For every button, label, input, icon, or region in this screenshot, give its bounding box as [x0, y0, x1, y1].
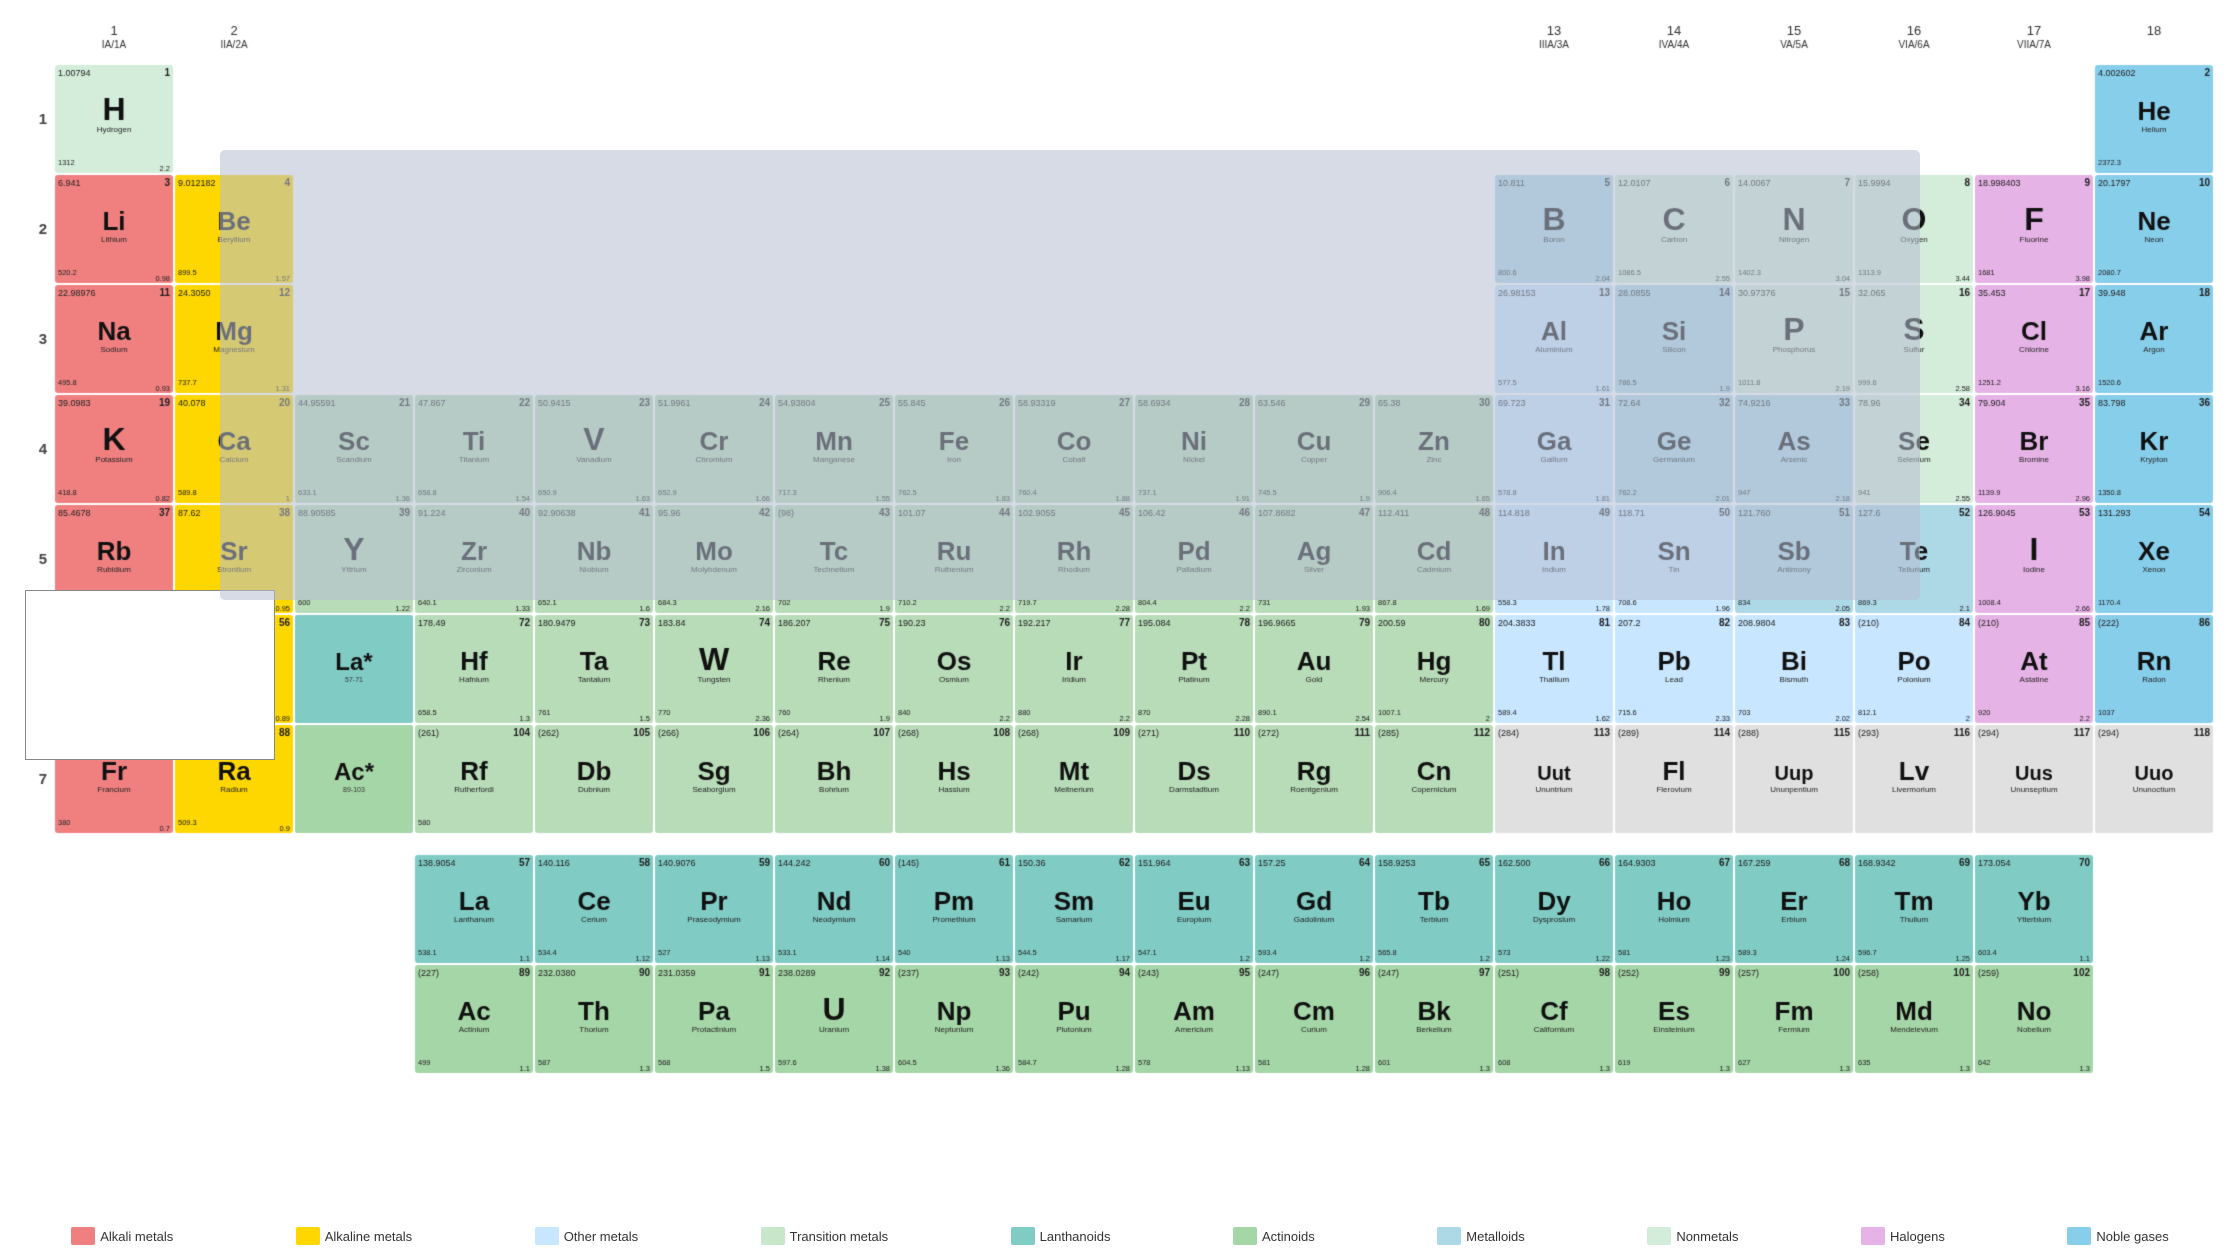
legend-item: Lanthanoids — [1011, 1227, 1111, 1245]
legend-color-swatch — [2067, 1227, 2091, 1245]
legend-item-label: Alkaline metals — [325, 1229, 412, 1244]
legend-color-swatch — [71, 1227, 95, 1245]
legend-item-label: Other metals — [564, 1229, 638, 1244]
legend-item: Other metals — [535, 1227, 638, 1245]
legend-color-swatch — [1861, 1227, 1885, 1245]
legend-item-label: Alkali metals — [100, 1229, 173, 1244]
legend: Alkali metals Alkaline metals Other meta… — [10, 1227, 2230, 1245]
legend-color-swatch — [296, 1227, 320, 1245]
legend-color-swatch — [1437, 1227, 1461, 1245]
legend-item: Alkaline metals — [296, 1227, 412, 1245]
legend-item-label: Halogens — [1890, 1229, 1945, 1244]
legend-item-label: Transition metals — [790, 1229, 889, 1244]
legend-item: Noble gases — [2067, 1227, 2168, 1245]
legend-color-swatch — [761, 1227, 785, 1245]
legend-item-label: Actinoids — [1262, 1229, 1315, 1244]
legend-item: Alkali metals — [71, 1227, 173, 1245]
legend-color-swatch — [1233, 1227, 1257, 1245]
legend-item: Transition metals — [761, 1227, 889, 1245]
legend-item-label: Lanthanoids — [1040, 1229, 1111, 1244]
element-info-box — [25, 590, 275, 760]
legend-color-swatch — [535, 1227, 559, 1245]
legend-item: Nonmetals — [1647, 1227, 1738, 1245]
legend-item: Metalloids — [1437, 1227, 1525, 1245]
legend-item-label: Noble gases — [2096, 1229, 2168, 1244]
legend-color-swatch — [1011, 1227, 1035, 1245]
legend-color-swatch — [1647, 1227, 1671, 1245]
legend-item: Halogens — [1861, 1227, 1945, 1245]
legend-item-label: Nonmetals — [1676, 1229, 1738, 1244]
title-overlay — [220, 150, 1920, 600]
legend-item-label: Metalloids — [1466, 1229, 1525, 1244]
legend-item: Actinoids — [1233, 1227, 1315, 1245]
